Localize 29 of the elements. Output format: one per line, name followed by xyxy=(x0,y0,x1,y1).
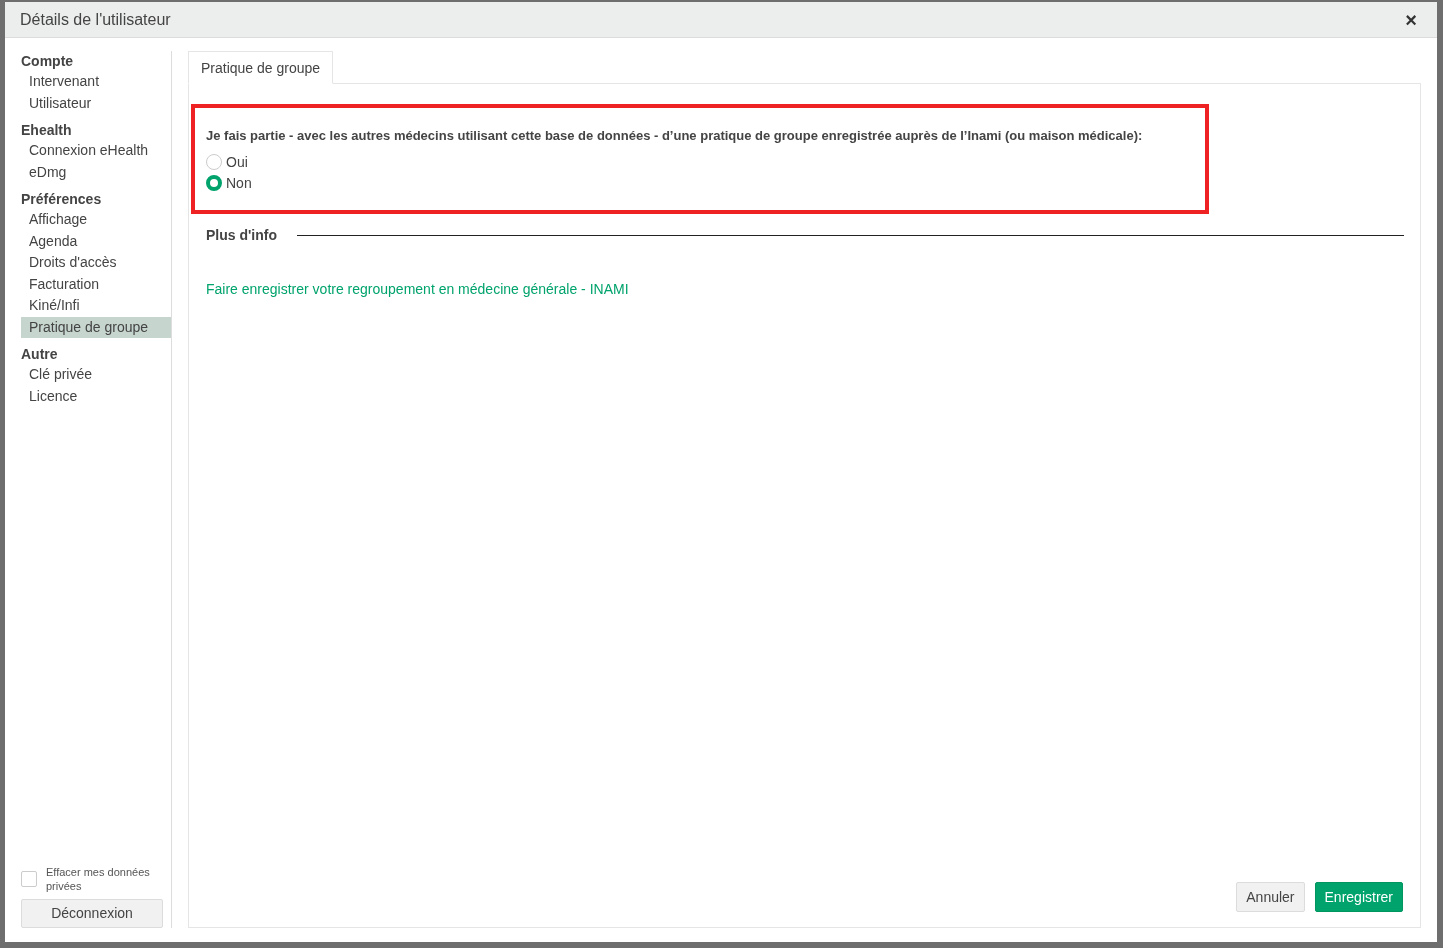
question-text: Je fais partie - avec les autres médecins utilisant cette base de données - d’une pratique de groupe enregistrée auprès de l’Inami (ou maison médicale): xyxy=(206,127,1144,145)
sidebar-item[interactable]: Affichage xyxy=(21,209,171,231)
radio-button[interactable] xyxy=(206,154,222,170)
sidebar-item[interactable]: Facturation xyxy=(21,273,171,295)
close-button[interactable]: × xyxy=(1405,9,1417,30)
checkbox-label: Effacer mes données privées xyxy=(46,865,151,893)
sidebar-item[interactable]: Kiné/Infi xyxy=(21,295,171,317)
radio-label: Non xyxy=(226,173,252,193)
cancel-button[interactable]: Annuler xyxy=(1236,882,1305,912)
logout-button[interactable]: Déconnexion xyxy=(21,899,163,928)
sidebar-item[interactable]: Intervenant xyxy=(21,71,171,93)
sidebar-item[interactable]: Utilisateur xyxy=(21,92,171,114)
sidebar-section-title: Autre xyxy=(21,345,59,364)
sidebar-item[interactable]: Clé privée xyxy=(21,364,171,386)
sidebar-section-title: Ehealth xyxy=(21,121,73,140)
radio-label: Oui xyxy=(226,152,248,172)
tab[interactable]: Pratique de groupe xyxy=(188,51,334,84)
sidebar-section-title: Préférences xyxy=(21,190,103,209)
sidebar-item[interactable]: Connexion eHealth xyxy=(21,140,171,162)
radio-button[interactable] xyxy=(206,175,222,191)
sidebar-item[interactable]: Agenda xyxy=(21,230,171,252)
window-title: Détails de l'utilisateur xyxy=(20,9,171,30)
sidebar-section-title: Compte xyxy=(21,52,75,71)
checkbox[interactable] xyxy=(21,871,37,887)
sidebar-item[interactable]: eDmg xyxy=(21,161,171,183)
section-title: Plus d'info xyxy=(206,225,277,245)
sidebar-item[interactable]: Pratique de groupe xyxy=(21,316,171,338)
sidebar-item[interactable]: Licence xyxy=(21,385,171,407)
sidebar-item[interactable]: Droits d'accès xyxy=(21,252,171,274)
